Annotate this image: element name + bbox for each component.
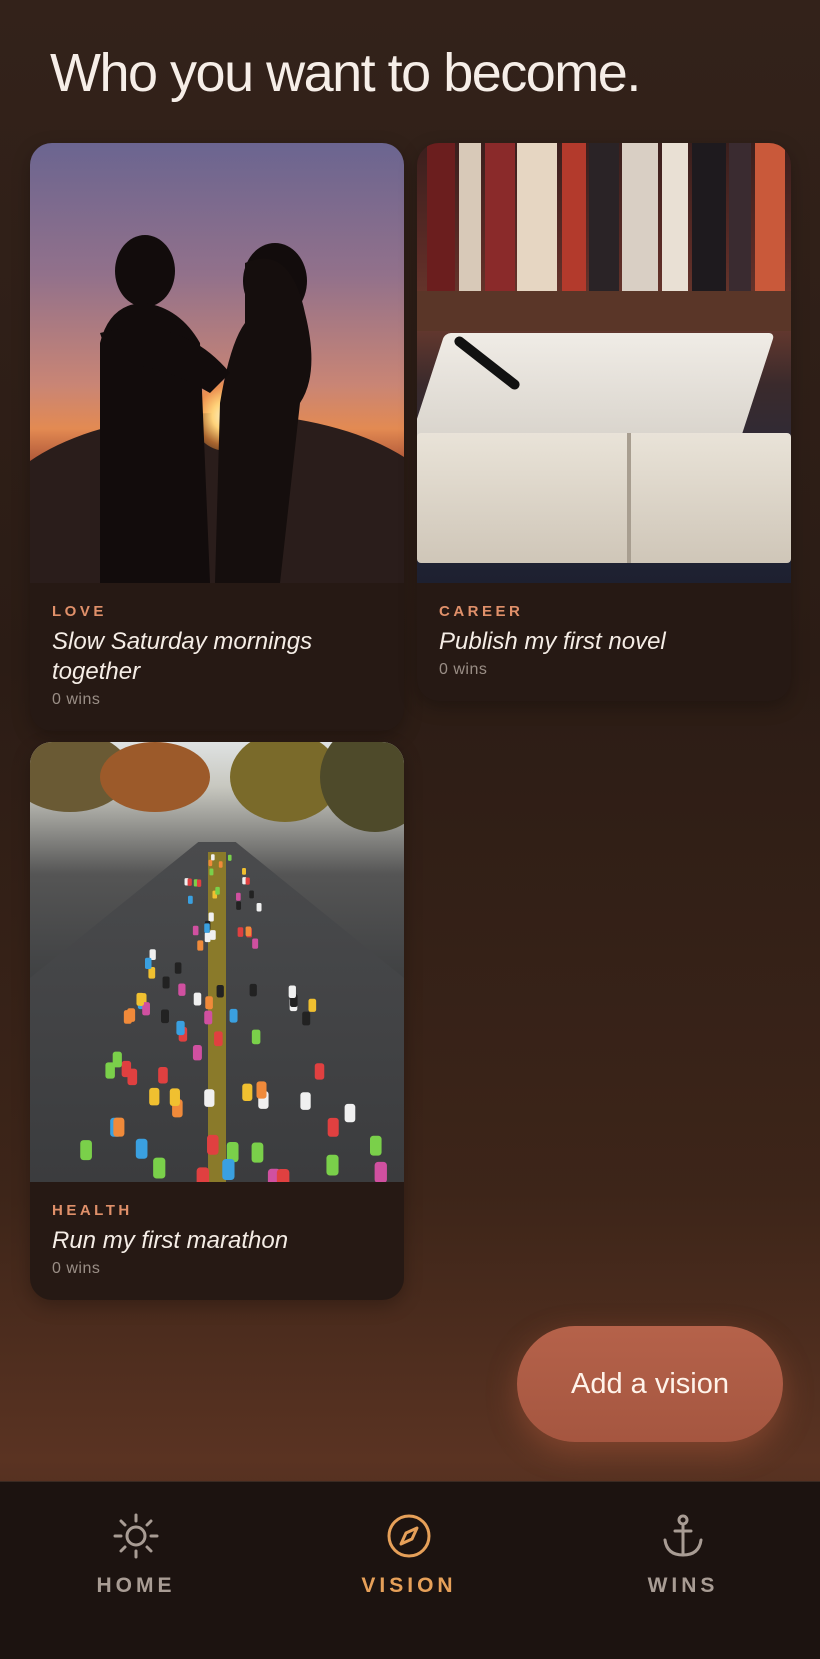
runner-figure — [169, 1088, 180, 1106]
runner-figure — [236, 892, 241, 901]
runner-figure — [113, 1117, 125, 1137]
runner-figure — [209, 868, 214, 876]
runner-figure — [153, 1157, 166, 1179]
tab-label: HOME — [96, 1574, 176, 1597]
runner-figure — [302, 1011, 311, 1026]
runner-figure — [192, 1044, 202, 1061]
runner-figure — [204, 1089, 215, 1107]
runner-figure — [237, 927, 244, 937]
runner-figure — [370, 1135, 382, 1156]
vision-wins-count: 0 wins — [439, 661, 488, 678]
runner-figure — [204, 1010, 213, 1025]
runner-figure — [207, 1134, 219, 1155]
runner-figure — [196, 1167, 210, 1182]
runner-figure — [144, 957, 152, 969]
runner-figure — [214, 1031, 223, 1047]
runner-figure — [229, 1008, 238, 1023]
runner-figure — [162, 976, 170, 989]
runner-figure — [211, 854, 215, 861]
runner-figure — [218, 861, 223, 868]
runner-figure — [276, 1168, 290, 1182]
vision-wins-count: 0 wins — [52, 691, 101, 708]
runner-figure — [256, 1081, 267, 1099]
vision-card-health[interactable]: HEALTH Run my first marathon 0 wins — [30, 742, 404, 1300]
runner-figure — [136, 992, 144, 1006]
runner-figure — [288, 985, 296, 998]
runner-figure — [178, 983, 186, 996]
sun-icon — [113, 1513, 159, 1559]
vision-image-open-book — [417, 143, 791, 583]
runner-figure — [80, 1140, 92, 1161]
runner-figure — [251, 1029, 261, 1045]
runner-figure — [249, 983, 257, 997]
runner-figure — [196, 879, 202, 887]
runner-figure — [187, 878, 192, 886]
runner-figure — [205, 996, 213, 1010]
tab-vision[interactable]: VISION — [309, 1512, 509, 1598]
runner-figure — [300, 1092, 311, 1110]
runner-figure — [127, 1008, 136, 1022]
runner-figure — [174, 962, 182, 974]
runner-figure — [112, 1051, 122, 1068]
runner-figure — [135, 1138, 148, 1159]
runner-figure — [327, 1117, 339, 1137]
runner-figure — [204, 923, 210, 933]
runner-figure — [227, 854, 232, 861]
runner-figure — [127, 1068, 138, 1086]
tab-label: VISION — [361, 1574, 457, 1597]
page-title: Who you want to become. — [50, 43, 641, 103]
runner-figure — [245, 877, 250, 885]
runner-figure — [242, 1083, 253, 1101]
runner-figure — [252, 938, 259, 949]
tab-home[interactable]: HOME — [36, 1512, 236, 1598]
vision-card-love[interactable]: LOVE Slow Saturday mornings together 0 w… — [30, 143, 404, 731]
runner-figure — [374, 1161, 387, 1182]
anchor-icon — [663, 1514, 703, 1557]
runner-figure — [256, 902, 262, 912]
bottom-tab-bar: HOME VISION WINS — [0, 1481, 820, 1659]
tab-label: WINS — [647, 1574, 719, 1597]
runner-figure — [245, 926, 252, 937]
add-vision-button[interactable]: Add a vision — [517, 1326, 783, 1442]
runner-figure — [216, 985, 224, 998]
vision-card-career[interactable]: CAREER Publish my first novel 0 wins — [417, 143, 791, 701]
runner-figure — [158, 1066, 168, 1084]
compass-icon — [387, 1514, 431, 1558]
runner-figure — [222, 1159, 235, 1181]
vision-goal: Run my first marathon — [52, 1227, 289, 1254]
runner-figure — [210, 930, 216, 940]
runner-figure — [149, 1087, 160, 1106]
vision-category: LOVE — [52, 603, 107, 620]
runner-figure — [308, 998, 317, 1012]
vision-wins-count: 0 wins — [52, 1260, 101, 1277]
tab-wins[interactable]: WINS — [583, 1512, 783, 1598]
vision-category: HEALTH — [52, 1202, 133, 1219]
vision-image-couple-sunset — [30, 143, 404, 583]
vision-image-marathon-runners — [30, 742, 404, 1182]
runner-figure — [192, 925, 199, 936]
runner-figure — [208, 859, 213, 867]
runner-figure — [251, 1142, 264, 1163]
runner-figure — [242, 868, 246, 875]
runner-figure — [161, 1009, 169, 1024]
runner-figure — [208, 912, 214, 922]
runner-figure — [344, 1103, 356, 1123]
runner-figure — [176, 1020, 185, 1036]
vision-goal: Publish my first novel — [439, 628, 666, 655]
runner-figure — [236, 901, 242, 910]
runner-figure — [187, 895, 193, 904]
runner-figure — [314, 1063, 325, 1080]
vision-category: CAREER — [439, 603, 524, 620]
runner-figure — [204, 932, 211, 943]
runner-figure — [249, 890, 254, 899]
runner-figure — [326, 1154, 339, 1176]
runner-figure — [215, 886, 220, 895]
runner-figure — [197, 940, 204, 951]
vision-goal: Slow Saturday mornings together — [52, 628, 313, 685]
runner-figure — [193, 992, 202, 1006]
